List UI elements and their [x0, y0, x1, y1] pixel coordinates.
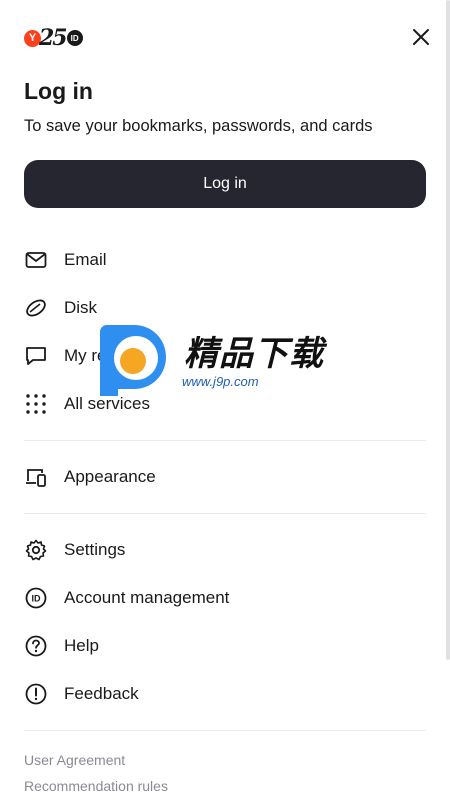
divider: [24, 440, 426, 441]
menu-item-label: Disk: [64, 298, 98, 317]
menu-item-reviews[interactable]: My reviews: [24, 336, 426, 376]
disk-icon: [24, 296, 48, 320]
mail-icon: [24, 248, 48, 272]
menu-item-label: Help: [64, 636, 99, 655]
chat-icon: [24, 344, 48, 368]
menu-item-label: All services: [64, 394, 150, 413]
divider: [24, 513, 426, 514]
user-agreement-link[interactable]: User Agreement: [24, 752, 125, 768]
close-button[interactable]: [406, 22, 436, 52]
menu-item-label: Appearance: [64, 467, 156, 486]
menu-item-account-management[interactable]: ID Account management: [24, 578, 426, 618]
page-subtitle: To save your bookmarks, passwords, and c…: [24, 117, 373, 135]
devices-icon: [24, 465, 48, 489]
logo-number: 25: [39, 25, 68, 51]
menu-item-label: My reviews: [64, 346, 150, 365]
menu-item-help[interactable]: Help: [24, 626, 426, 666]
menu-item-label: Settings: [64, 540, 126, 559]
close-icon: [413, 29, 429, 45]
page-title: Log in: [24, 78, 93, 104]
logo-id-badge: ID: [66, 30, 83, 46]
scrollbar[interactable]: [446, 0, 450, 660]
yandex-25-logo: Y 25 ID: [24, 25, 83, 51]
gear-icon: [24, 538, 48, 562]
help-icon: [24, 634, 48, 658]
id-icon: ID: [24, 586, 48, 610]
menu-item-label: Email: [64, 250, 107, 269]
svg-text:ID: ID: [32, 594, 42, 604]
menu-item-email[interactable]: Email: [24, 240, 426, 280]
grid-icon: [24, 392, 48, 416]
menu-item-disk[interactable]: Disk: [24, 288, 426, 328]
menu-item-feedback[interactable]: Feedback: [24, 674, 426, 714]
menu-item-label: Account management: [64, 588, 230, 607]
login-button[interactable]: Log in: [24, 160, 426, 208]
menu-item-all-services[interactable]: All services: [24, 384, 426, 424]
divider: [24, 730, 426, 731]
exclamation-icon: [24, 682, 48, 706]
recommendation-rules-link[interactable]: Recommendation rules: [24, 778, 168, 794]
menu-item-settings[interactable]: Settings: [24, 530, 426, 570]
menu-item-appearance[interactable]: Appearance: [24, 457, 426, 497]
menu-item-label: Feedback: [64, 684, 139, 703]
header: Y 25 ID: [24, 22, 429, 52]
